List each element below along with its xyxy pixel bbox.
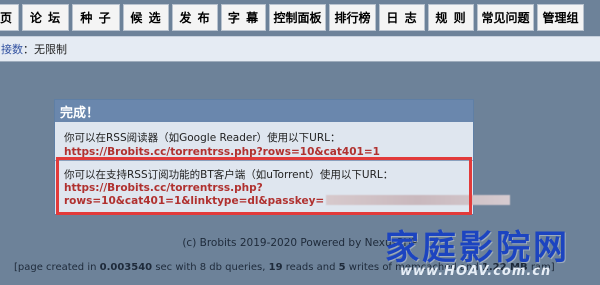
client-url-link-line1[interactable]: https://Brobits.cc/torrentrss.php? (64, 182, 469, 195)
redacted-passkey (326, 195, 511, 205)
stats-mid2: reads and (282, 262, 339, 273)
nav-item-upload[interactable]: 发 布 (172, 4, 218, 31)
nav-item-staff[interactable]: 管理组 (537, 4, 584, 31)
stats-time: 0.003540 (99, 262, 153, 273)
info-label[interactable]: 接数 (1, 41, 23, 57)
nav-item-home[interactable]: 页 (0, 4, 19, 31)
watermark-title: 家庭影院网 (385, 228, 570, 268)
box-title: 完成！ (55, 100, 473, 122)
stats-prefix: [page created in (14, 262, 100, 273)
main-nav: 页 论 坛 种 子 候 选 发 布 字 幕 控制面板 排行榜 日 志 规 则 常… (0, 0, 600, 34)
client-url-label: 你可以在支持RSS订阅功能的BT客户端（如uTorrent）使用以下URL： (64, 169, 394, 181)
client-url-section: 你可以在支持RSS订阅功能的BT客户端（如uTorrent）使用以下URL： h… (64, 169, 511, 208)
rss-result-box: 完成！ 你可以在RSS阅读器（如Google Reader）使用以下URL： h… (54, 99, 511, 215)
stats-reads: 19 (268, 262, 283, 273)
nav-item-log[interactable]: 日 志 (379, 4, 425, 31)
nav-item-subtitles[interactable]: 字 幕 (221, 4, 266, 31)
nav-item-faq[interactable]: 常见问题 (477, 4, 534, 31)
reader-url-link[interactable]: https://Brobits.cc/torrentrss.php?rows=1… (64, 145, 464, 159)
nav-item-control-panel[interactable]: 控制面板 (269, 4, 326, 31)
stats-mid1: sec with 8 db queries, (152, 262, 269, 273)
nav-item-forums[interactable]: 论 坛 (22, 4, 69, 31)
reader-url-section: 你可以在RSS阅读器（如Google Reader）使用以下URL： https… (64, 131, 464, 159)
nav-item-rules[interactable]: 规 则 (428, 4, 474, 31)
nav-item-top10[interactable]: 排行榜 (329, 4, 376, 31)
info-value: ：无限制 (23, 43, 67, 56)
client-url-link-line2[interactable]: rows=10&cat401=1&linktype=dl&passkey= (64, 195, 511, 208)
box-divider (55, 160, 473, 161)
client-url-link-text[interactable]: rows=10&cat401=1&linktype=dl&passkey= (64, 195, 324, 207)
info-strip: 接数 ：无限制 (0, 36, 600, 62)
nav-item-offers[interactable]: 候 选 (123, 4, 169, 31)
nav-item-torrents[interactable]: 种 子 (72, 4, 120, 31)
page: 页 论 坛 种 子 候 选 发 布 字 幕 控制面板 排行榜 日 志 规 则 常… (0, 0, 600, 285)
stats-writes: 5 (338, 262, 346, 273)
reader-url-label: 你可以在RSS阅读器（如Google Reader）使用以下URL： (64, 132, 341, 144)
watermark-url: www.HOAV.com.cn (400, 264, 552, 279)
